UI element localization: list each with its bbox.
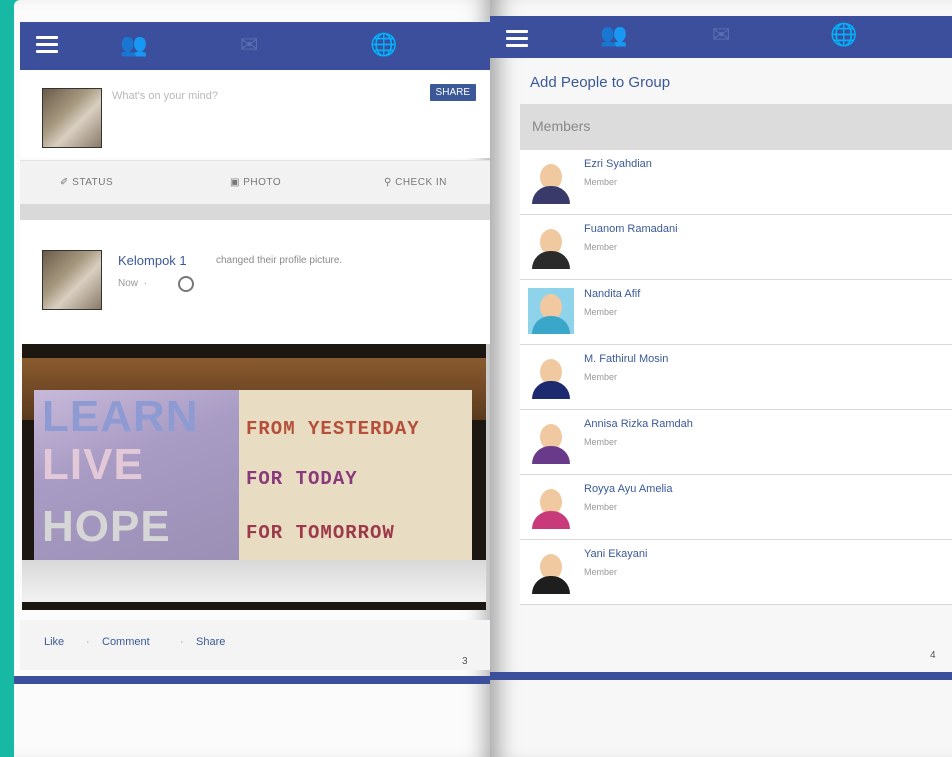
member-name[interactable]: M. Fathirul Mosin xyxy=(584,353,668,365)
feed-post: Kelompok 1 changed their profile picture… xyxy=(20,220,490,344)
footer-separator: · xyxy=(86,636,90,648)
top-bar: 👥 ✉ 🌐 xyxy=(20,22,490,70)
composer-actions: ✐ STATUS ▣ PHOTO ⚲ CHECK IN xyxy=(20,160,490,205)
messages-icon[interactable]: ✉ xyxy=(240,32,258,58)
messages-icon[interactable]: ✉ xyxy=(712,22,730,48)
member-avatar xyxy=(528,353,574,399)
post-action-text: changed their profile picture. xyxy=(216,255,343,266)
globe-icon[interactable]: 🌐 xyxy=(370,32,397,58)
member-name[interactable]: Yani Ekayani xyxy=(584,548,647,560)
member-row[interactable]: Royya Ayu Amelia Member xyxy=(520,475,952,540)
photo-text-learn: LEARN xyxy=(42,392,199,441)
comment-link[interactable]: Comment xyxy=(102,636,150,648)
share-button[interactable]: SHARE xyxy=(429,84,476,101)
photo-floor xyxy=(22,560,486,602)
post-author-avatar[interactable] xyxy=(42,250,102,310)
check-in-button[interactable]: ⚲ CHECK IN xyxy=(384,177,447,188)
photo-board-left: LEARN LIVE HOPE xyxy=(34,390,239,562)
member-row[interactable]: Annisa Rizka Ramdah Member xyxy=(520,410,952,475)
photo-board: LEARN LIVE HOPE FROM YESTERDAY FOR TODAY… xyxy=(34,390,472,562)
status-composer: What's on your mind? SHARE xyxy=(20,70,490,158)
member-name[interactable]: Royya Ayu Amelia xyxy=(584,483,672,495)
globe-icon xyxy=(178,276,194,292)
member-role: Member xyxy=(584,372,618,382)
member-role: Member xyxy=(584,307,618,317)
footer-separator: · xyxy=(180,636,184,648)
member-avatar xyxy=(528,418,574,464)
member-role: Member xyxy=(584,437,618,447)
page-number: 3 xyxy=(462,656,468,667)
post-author[interactable]: Kelompok 1 xyxy=(118,253,187,268)
friends-icon[interactable]: 👥 xyxy=(120,32,147,58)
photo-text-live: LIVE xyxy=(42,440,144,489)
menu-icon[interactable] xyxy=(506,30,528,51)
member-row[interactable]: Fuanom Ramadani Member xyxy=(520,215,952,280)
bottom-bar xyxy=(14,676,490,684)
member-avatar xyxy=(528,548,574,594)
photo-button[interactable]: ▣ PHOTO xyxy=(230,177,281,188)
member-row[interactable]: Ezri Syahdian Member xyxy=(520,150,952,215)
page-number: 4 xyxy=(930,650,936,661)
member-row[interactable]: M. Fathirul Mosin Member xyxy=(520,345,952,410)
member-role: Member xyxy=(584,242,618,252)
globe-icon[interactable]: 🌐 xyxy=(830,22,857,48)
post-time-separator: · xyxy=(143,278,147,289)
member-row[interactable]: Nandita Afif Member xyxy=(520,280,952,345)
status-button[interactable]: ✐ STATUS xyxy=(60,177,113,188)
members-header: Members xyxy=(520,104,952,150)
post-timestamp: Now · xyxy=(118,278,147,289)
bottom-bar xyxy=(490,672,952,680)
members-label: Members xyxy=(532,118,591,134)
member-avatar xyxy=(528,483,574,529)
photo-phrase-2: FOR TODAY xyxy=(246,468,358,490)
photo-text-hope: HOPE xyxy=(42,502,171,551)
member-name[interactable]: Nandita Afif xyxy=(584,288,640,300)
member-role: Member xyxy=(584,567,618,577)
post-footer: Like · Comment · Share 3 xyxy=(20,620,490,670)
left-page: 👥 ✉ 🌐 What's on your mind? SHARE ✐ STATU… xyxy=(14,0,490,757)
member-avatar xyxy=(528,158,574,204)
member-avatar xyxy=(528,288,574,334)
add-people-link[interactable]: Add People to Group xyxy=(530,74,670,91)
member-role: Member xyxy=(584,177,618,187)
friends-icon[interactable]: 👥 xyxy=(600,22,627,48)
like-link[interactable]: Like xyxy=(44,636,64,648)
member-role: Member xyxy=(584,502,618,512)
photo-phrase-3: FOR TOMORROW xyxy=(246,522,395,544)
post-photo[interactable]: LEARN LIVE HOPE FROM YESTERDAY FOR TODAY… xyxy=(22,344,486,610)
member-row[interactable]: Yani Ekayani Member xyxy=(520,540,952,605)
member-name[interactable]: Fuanom Ramadani xyxy=(584,223,678,235)
status-input[interactable]: What's on your mind? xyxy=(112,90,218,102)
right-page: 👥 ✉ 🌐 Add People to Group Members Ezri S… xyxy=(490,0,952,757)
top-bar: 👥 ✉ 🌐 xyxy=(490,16,952,58)
member-name[interactable]: Ezri Syahdian xyxy=(584,158,652,170)
share-link[interactable]: Share xyxy=(196,636,225,648)
post-time-text: Now xyxy=(118,278,139,289)
member-avatar xyxy=(528,223,574,269)
divider xyxy=(20,204,490,220)
member-name[interactable]: Annisa Rizka Ramdah xyxy=(584,418,693,430)
profile-thumbnail xyxy=(42,88,102,148)
photo-phrase-1: FROM YESTERDAY xyxy=(246,418,420,440)
menu-icon[interactable] xyxy=(36,36,58,57)
